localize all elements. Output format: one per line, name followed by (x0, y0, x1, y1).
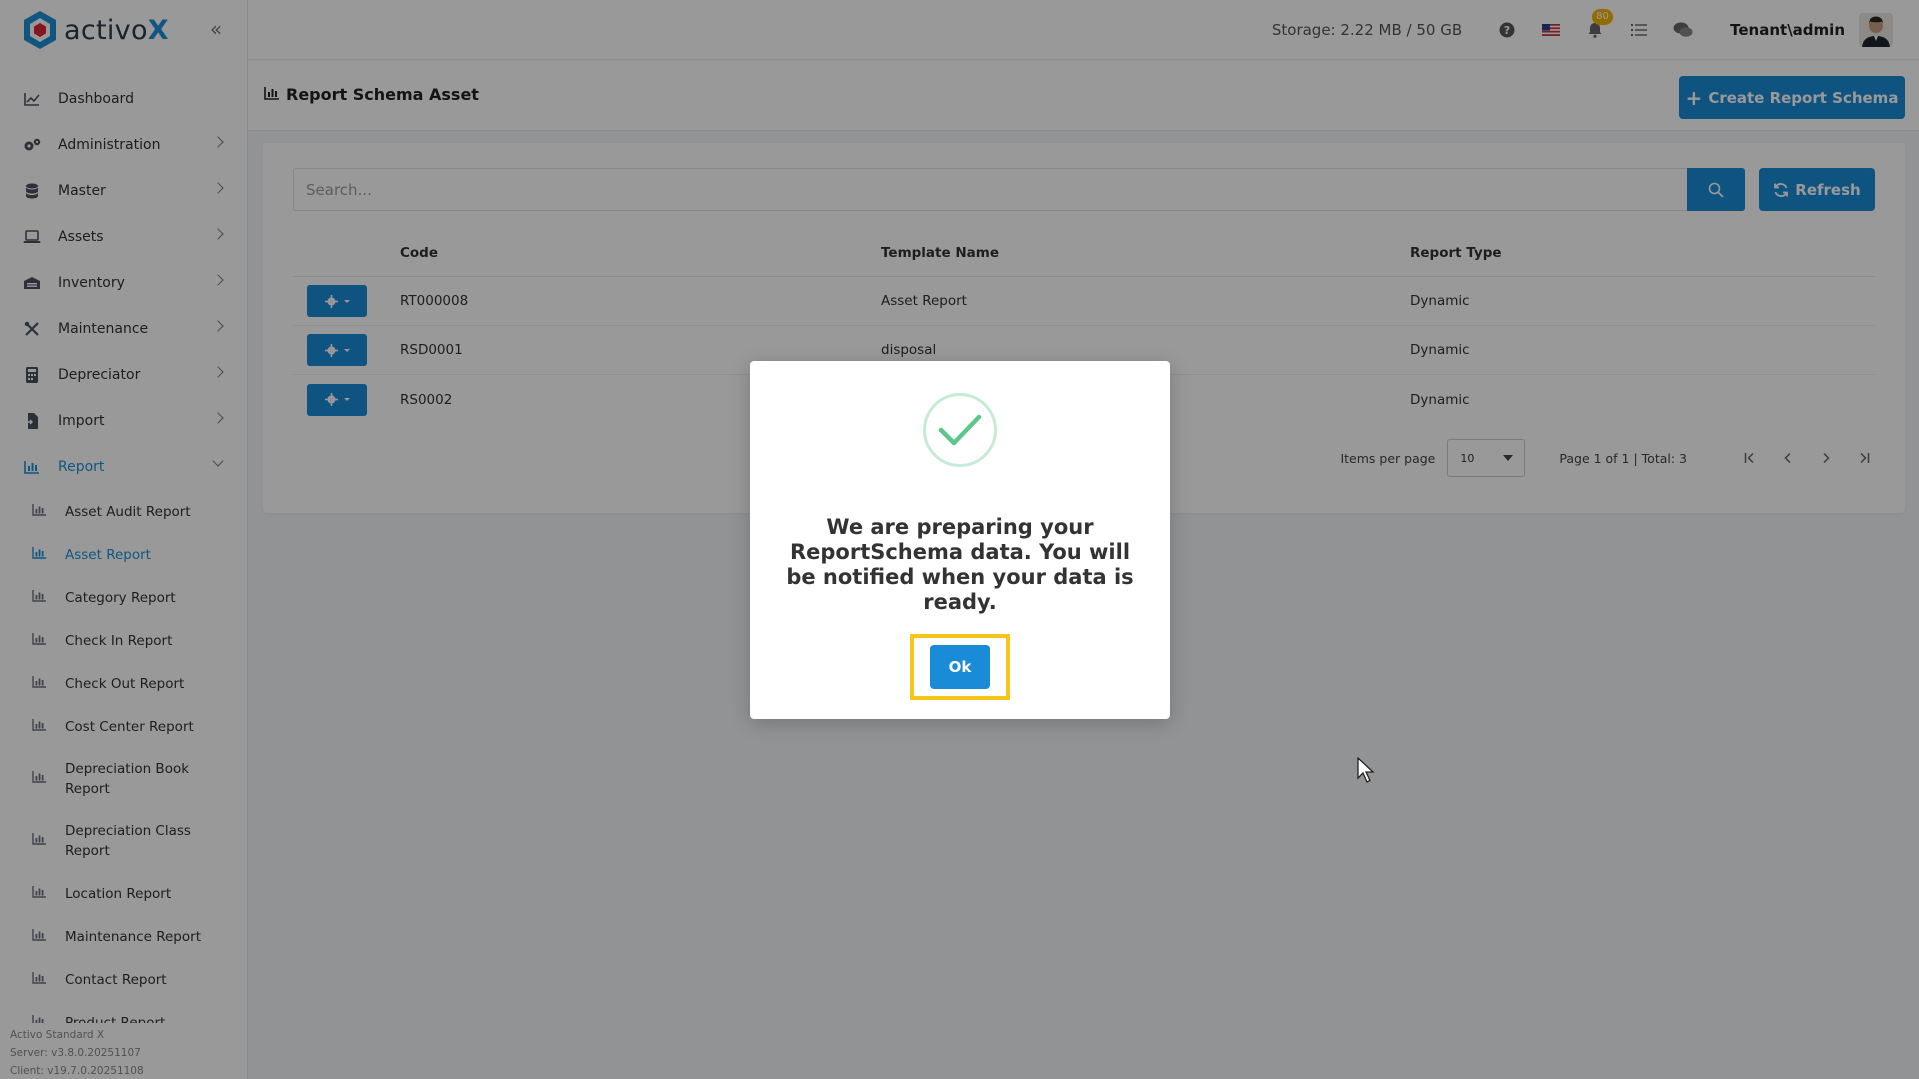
dialog-message: We are preparing your ReportSchema data.… (786, 515, 1134, 614)
ok-button[interactable]: Ok (930, 645, 990, 689)
mouse-cursor-icon (1357, 757, 1375, 783)
preparing-data-dialog: We are preparing your ReportSchema data.… (750, 361, 1170, 719)
success-check-icon (923, 393, 997, 467)
ok-highlight-frame: Ok (910, 634, 1010, 700)
